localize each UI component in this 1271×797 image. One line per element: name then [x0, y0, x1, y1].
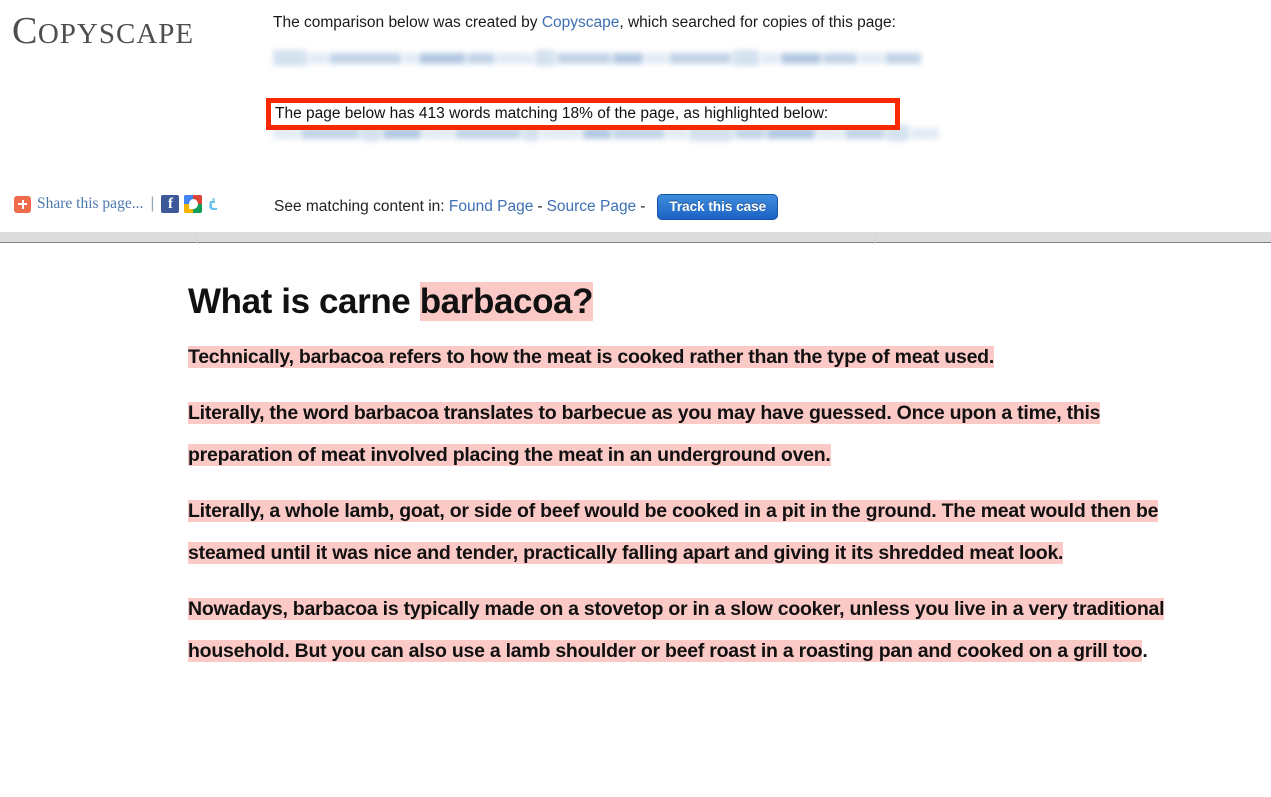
- paragraph-4: Nowadays, barbacoa is typically made on …: [188, 588, 1166, 672]
- logo-rest: OPYSCAPE: [37, 18, 195, 50]
- paragraph-4-match: Nowadays, barbacoa is typically made on …: [188, 598, 1165, 662]
- link-dash-1: -: [537, 198, 543, 215]
- share-bar: Share this page... | f: [14, 193, 230, 215]
- paragraph-3: Literally, a whole lamb, goat, or side o…: [188, 490, 1166, 574]
- source-url-redacted: [273, 49, 921, 71]
- track-this-case-button[interactable]: Track this case: [657, 194, 779, 220]
- share-this-page-link[interactable]: Share this page...: [37, 195, 143, 213]
- link-dash-2: -: [640, 198, 646, 215]
- intro-text-before: The comparison below was created by: [273, 14, 542, 31]
- facebook-icon[interactable]: f: [161, 195, 180, 213]
- copyscape-header: COPYSCAPE The comparison below was creat…: [0, 0, 1271, 232]
- paragraph-2: Literally, the word barbacoa translates …: [188, 392, 1166, 476]
- match-notice-text: The page below has 413 words matching 18…: [275, 105, 829, 122]
- found-page-content-frame[interactable]: What is carne barbacoa? Technically, bar…: [0, 244, 1271, 797]
- google-share-icon[interactable]: [184, 195, 203, 213]
- see-matching-content-row: See matching content in: Found Page - So…: [274, 194, 779, 220]
- paragraph-4-tail: .: [1142, 640, 1148, 662]
- addthis-plus-icon[interactable]: [14, 195, 31, 213]
- found-page-link[interactable]: Found Page: [449, 197, 533, 217]
- see-matching-label: See matching content in:: [274, 198, 445, 215]
- share-divider: |: [150, 195, 155, 212]
- twitter-icon[interactable]: [207, 195, 225, 213]
- paragraph-2-match: Literally, the word barbacoa translates …: [188, 402, 1101, 466]
- source-page-link[interactable]: Source Page: [547, 197, 637, 217]
- article-body: What is carne barbacoa? Technically, bar…: [188, 244, 1178, 672]
- paragraph-1: Technically, barbacoa refers to how the …: [188, 336, 1166, 378]
- paragraph-1-match: Technically, barbacoa refers to how the …: [188, 346, 994, 368]
- intro-text-after: , which searched for copies of this page…: [619, 14, 896, 31]
- page-title-plain: What is carne: [188, 282, 420, 321]
- copyscape-link[interactable]: Copyscape: [542, 14, 620, 31]
- page-title: What is carne barbacoa?: [188, 280, 1178, 324]
- page-title-highlighted: barbacoa?: [419, 282, 594, 321]
- twitter-bird-glyph: [209, 198, 218, 210]
- comparison-intro-line: The comparison below was created by Copy…: [273, 13, 1263, 33]
- paragraph-3-match: Literally, a whole lamb, goat, or side o…: [188, 500, 1159, 564]
- copyscape-logo[interactable]: COPYSCAPE: [12, 12, 194, 53]
- logo-capital: C: [12, 10, 38, 52]
